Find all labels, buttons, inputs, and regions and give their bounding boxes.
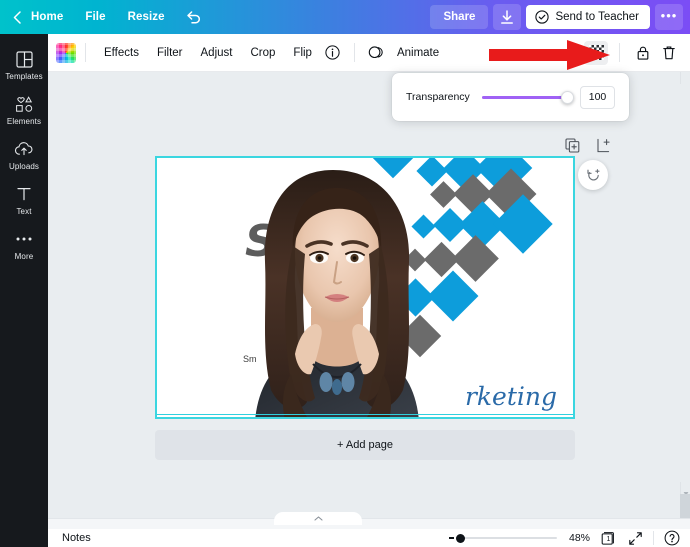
sidebar-item-text[interactable]: Text	[0, 177, 48, 222]
left-sidebar: Templates Elements Uploads	[0, 34, 48, 547]
portrait-photo	[233, 158, 438, 417]
bottom-status-bar: Notes 48% 1	[48, 529, 690, 547]
design-script-text: rketing	[465, 382, 557, 411]
page-number-label: 1	[599, 529, 617, 547]
lock-icon[interactable]	[631, 41, 655, 65]
expand-arrows-icon[interactable]	[626, 529, 644, 547]
crop-button[interactable]: Crop	[241, 42, 284, 64]
diamond-gray	[452, 235, 499, 282]
upload-cloud-icon	[14, 139, 34, 159]
zoom-percent-label: 48%	[566, 532, 590, 544]
toolbar-divider	[85, 43, 86, 62]
canva-editor-window: Home File Resize Share	[0, 0, 690, 547]
chevron-up-icon	[314, 516, 323, 521]
panel-collapse-handle[interactable]	[274, 512, 362, 525]
slider-fill	[482, 96, 563, 99]
editor-workspace: SS Sm	[48, 72, 690, 518]
zoom-slider-knob[interactable]	[456, 534, 465, 543]
rainbow-color-swatch[interactable]	[56, 43, 76, 63]
scroll-down-arrow[interactable]	[683, 484, 689, 490]
resize-menu-item[interactable]: Resize	[117, 6, 176, 28]
send-to-teacher-label: Send to Teacher	[555, 11, 639, 23]
sidebar-item-elements[interactable]: Elements	[0, 87, 48, 132]
filter-button[interactable]: Filter	[148, 42, 192, 64]
add-page-button[interactable]: + Add page	[155, 430, 575, 460]
animate-circles-icon[interactable]	[364, 41, 388, 65]
page-stack-icon[interactable]: 1	[599, 529, 617, 547]
scroll-thumb[interactable]	[680, 84, 690, 482]
check-circle-icon	[535, 10, 549, 24]
rotate-handle-icon[interactable]	[578, 160, 608, 190]
templates-icon	[16, 49, 33, 69]
file-menu-item[interactable]: File	[74, 6, 116, 28]
add-page-label: + Add page	[337, 439, 393, 451]
slider-knob[interactable]	[561, 91, 574, 104]
text-t-icon	[16, 184, 32, 204]
toolbar-divider-2	[354, 43, 355, 62]
sidebar-label-elements: Elements	[7, 117, 41, 126]
adjust-button[interactable]: Adjust	[192, 42, 242, 64]
undo-arrow-icon[interactable]	[180, 5, 208, 29]
sidebar-label-more: More	[15, 252, 34, 261]
animate-button[interactable]: Animate	[388, 42, 448, 64]
transparency-popup-panel: Transparency 100	[392, 73, 629, 121]
zoom-out-icon[interactable]	[449, 537, 454, 539]
more-dots-icon	[15, 229, 33, 249]
workspace-vertical-scrollbar[interactable]	[680, 72, 690, 518]
add-page-plus-icon[interactable]	[594, 136, 612, 154]
home-menu-item[interactable]: Home	[25, 6, 74, 28]
bottom-right-controls: 48% 1	[449, 529, 681, 547]
header-right-group: Share Send to Teacher •••	[430, 4, 690, 30]
bottom-divider	[653, 531, 654, 545]
share-button[interactable]: Share	[430, 5, 488, 29]
header-more-options-button[interactable]: •••	[655, 4, 683, 30]
help-question-icon[interactable]	[663, 529, 681, 547]
transparency-value-input[interactable]: 100	[580, 86, 615, 109]
elements-icon	[15, 94, 34, 114]
sidebar-label-templates: Templates	[5, 72, 42, 81]
download-icon[interactable]	[493, 4, 521, 30]
send-to-teacher-button[interactable]: Send to Teacher	[526, 5, 650, 29]
sidebar-item-uploads[interactable]: Uploads	[0, 132, 48, 177]
duplicate-page-icon[interactable]	[563, 136, 581, 154]
notes-button[interactable]: Notes	[62, 532, 91, 544]
zoom-slider[interactable]	[449, 531, 557, 545]
page-tools-group	[563, 136, 612, 154]
chevron-left-icon[interactable]	[9, 8, 25, 26]
transparency-slider[interactable]	[482, 88, 568, 106]
toolbar-right-group	[584, 41, 681, 65]
info-circle-icon[interactable]	[321, 41, 345, 65]
design-content: SS Sm	[157, 158, 573, 417]
sidebar-label-uploads: Uploads	[9, 162, 39, 171]
effects-button[interactable]: Effects	[95, 42, 148, 64]
sidebar-item-templates[interactable]: Templates	[0, 42, 48, 87]
scroll-thumb-active[interactable]	[680, 494, 690, 518]
image-toolbar: Effects Filter Adjust Crop Flip Animate	[48, 34, 690, 72]
header-left-group: Home File Resize	[0, 5, 208, 29]
trash-icon[interactable]	[657, 41, 681, 65]
toolbar-divider-3	[619, 43, 620, 62]
top-header-bar: Home File Resize Share	[0, 0, 690, 34]
flip-button[interactable]: Flip	[284, 42, 321, 64]
design-bottom-rule	[157, 414, 573, 415]
design-canvas-page[interactable]: SS Sm	[155, 156, 575, 419]
transparency-label: Transparency	[406, 91, 470, 103]
zoom-slider-track	[457, 537, 557, 540]
sidebar-label-text: Text	[16, 207, 31, 216]
checkerboard-transparency-icon[interactable]	[584, 41, 608, 65]
checker-pattern	[589, 45, 604, 60]
sidebar-item-more[interactable]: More	[0, 222, 48, 267]
workspace-horizontal-scrollbar[interactable]	[48, 518, 690, 529]
scroll-up-arrow[interactable]	[683, 76, 689, 82]
